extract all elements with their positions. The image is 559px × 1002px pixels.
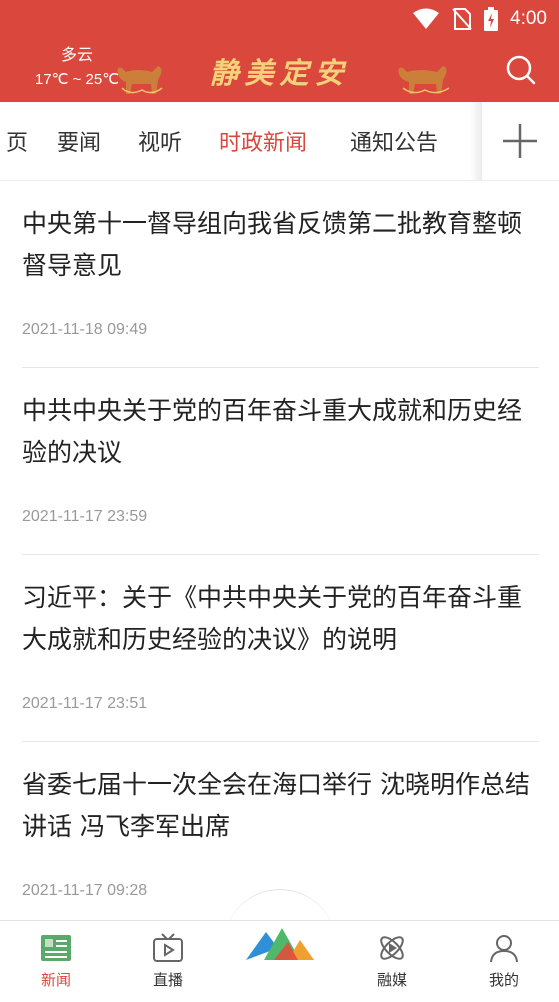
news-title: 省委七届十一次全会在海口举行 沈晓明作总结讲话 冯飞李军出席 <box>22 770 530 841</box>
news-title: 中共中央关于党的百年奋斗重大成就和历史经验的决议 <box>22 396 523 467</box>
no-sim-icon <box>452 8 472 30</box>
news-date: 2021-11-17 09:28 <box>22 882 148 899</box>
battery-charging-icon <box>484 7 499 31</box>
news-title: 中央第十一督导组向我省反馈第二批教育整顿督导意见 <box>22 209 523 280</box>
wifi-icon <box>413 8 440 29</box>
tab-scroll-shadow <box>470 102 482 180</box>
news-item[interactable]: 中共中央关于党的百年奋斗重大成就和历史经验的决议 2021-11-17 23:5… <box>22 368 539 555</box>
tv-play-icon <box>153 933 183 962</box>
nav-label: 融媒 <box>376 971 407 989</box>
tab-audio-video[interactable]: 视听 <box>138 125 182 157</box>
newspaper-icon <box>41 935 71 961</box>
nav-media[interactable]: 融媒 <box>352 933 432 990</box>
app-header: 4:00 多云 17℃ ~ 25℃ 静美定安 <box>0 0 559 102</box>
tab-home[interactable]: 页 <box>6 125 28 157</box>
nav-me[interactable]: 我的 <box>464 933 544 990</box>
status-time: 4:00 <box>510 8 547 29</box>
nav-label: 直播 <box>152 971 183 989</box>
news-item[interactable]: 中央第十一督导组向我省反馈第二批教育整顿督导意见 2021-11-18 09:4… <box>22 181 539 368</box>
nav-label: 我的 <box>488 971 519 989</box>
search-icon[interactable] <box>505 54 537 86</box>
news-title: 习近平：关于《中共中央关于党的百年奋斗重大成就和历史经验的决议》的说明 <box>22 583 523 654</box>
mountain-logo-icon[interactable] <box>244 922 316 962</box>
app-title: 静美定安 <box>209 56 350 90</box>
media-orbit-icon <box>380 936 404 960</box>
tab-notices[interactable]: 通知公告 <box>350 125 438 157</box>
nav-live[interactable]: 直播 <box>128 933 208 990</box>
channel-tabs: 页 要闻 视听 时政新闻 通知公告 <box>0 102 559 181</box>
nav-label: 新闻 <box>40 971 71 989</box>
news-date: 2021-11-18 09:49 <box>22 321 148 338</box>
news-date: 2021-11-17 23:51 <box>22 695 148 712</box>
nav-news[interactable]: 新闻 <box>16 933 96 990</box>
add-channel-button[interactable] <box>482 102 559 180</box>
news-item[interactable]: 习近平：关于《中共中央关于党的百年奋斗重大成就和历史经验的决议》的说明 2021… <box>22 555 539 742</box>
news-date: 2021-11-17 23:59 <box>22 508 148 525</box>
tab-politics-news[interactable]: 时政新闻 <box>219 125 307 157</box>
status-bar: 4:00 <box>412 6 547 32</box>
plus-icon <box>503 124 537 158</box>
tab-headlines[interactable]: 要闻 <box>57 125 101 157</box>
user-icon <box>490 935 518 963</box>
